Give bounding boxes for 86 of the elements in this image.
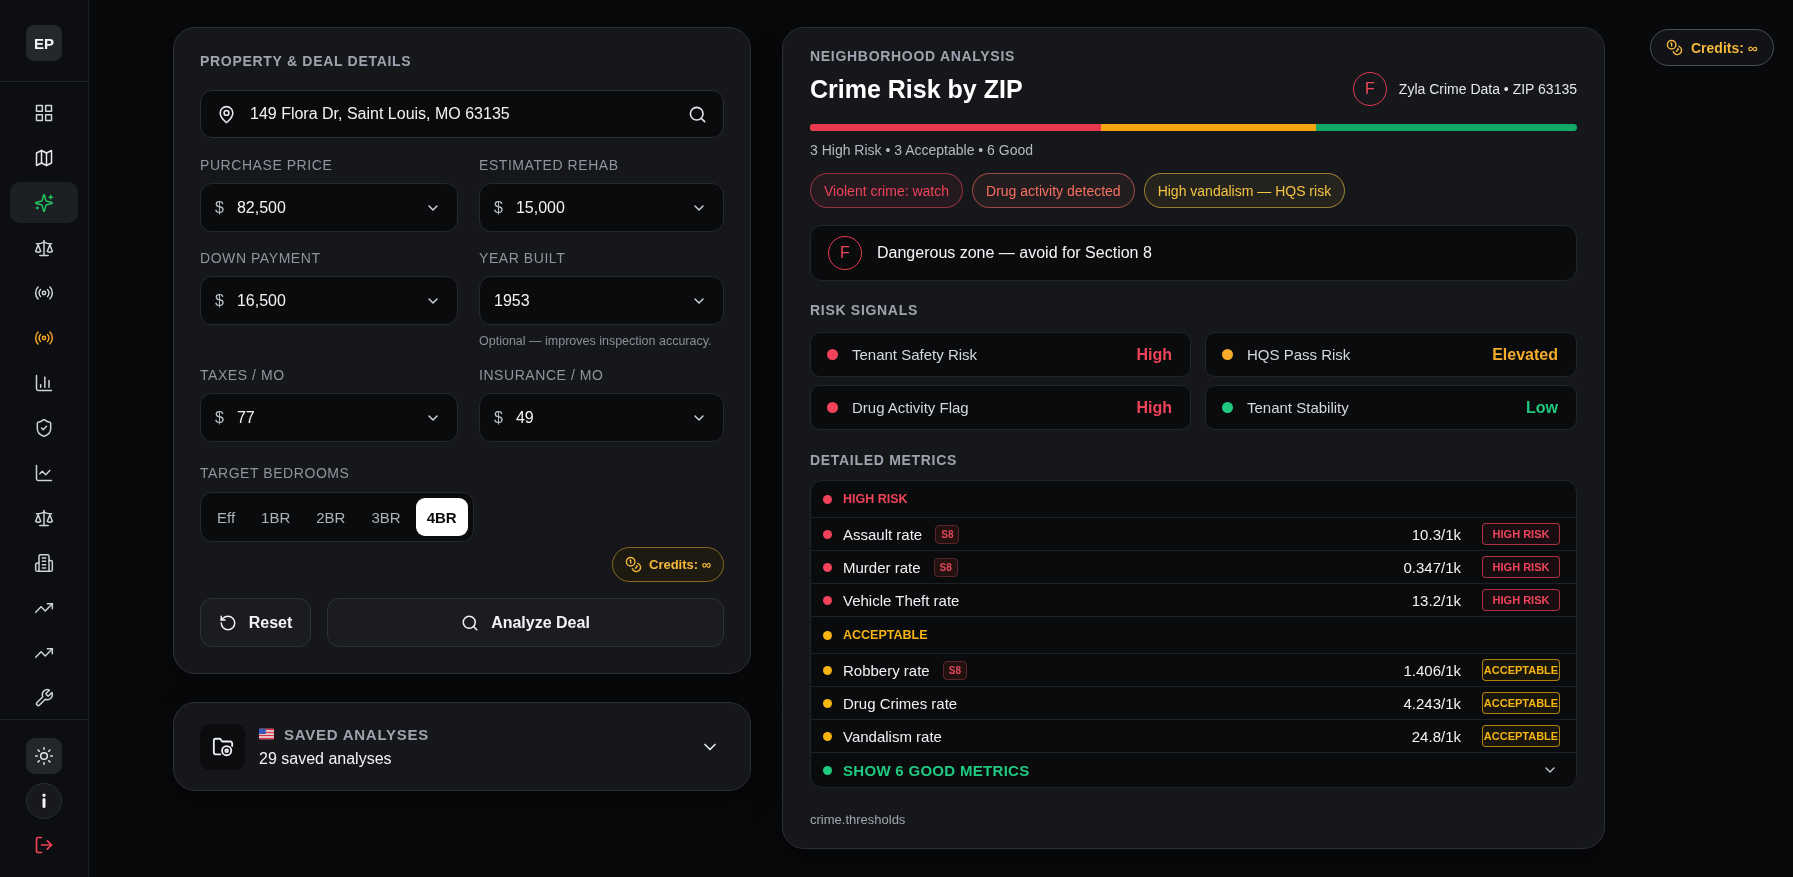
status-badge: ACCEPTABLE bbox=[1482, 725, 1560, 747]
signal-label: Tenant Stability bbox=[1247, 399, 1350, 416]
folder-icon bbox=[200, 723, 245, 770]
info-button[interactable] bbox=[26, 783, 62, 819]
metric-name: Vehicle Theft rate bbox=[843, 591, 960, 609]
field-label: TARGET BEDROOMS bbox=[200, 465, 351, 482]
field-label: PURCHASE PRICE bbox=[200, 157, 334, 174]
field-label: TAXES / MO bbox=[200, 367, 286, 384]
signal-value: High bbox=[1136, 345, 1172, 364]
group-label: HIGH RISK bbox=[843, 492, 908, 506]
metric-name: Robbery rate bbox=[843, 661, 930, 679]
dropdown-field[interactable]: $ 16,500 bbox=[200, 276, 458, 325]
status-badge: ACCEPTABLE bbox=[1482, 659, 1560, 681]
status-badge: HIGH RISK bbox=[1482, 523, 1560, 545]
theme-toggle-button[interactable] bbox=[26, 738, 62, 774]
search-icon[interactable] bbox=[688, 104, 707, 124]
map-pin-icon bbox=[217, 104, 236, 124]
program-tag: S8 bbox=[935, 524, 960, 544]
status-badge: ACCEPTABLE bbox=[1482, 692, 1560, 714]
bedroom-option[interactable]: 4BR bbox=[415, 498, 468, 536]
verdict-text: Dangerous zone — avoid for Section 8 bbox=[877, 244, 1152, 262]
metric-value: 0.347/1k bbox=[1403, 558, 1461, 576]
metric-name: Assault rate bbox=[843, 525, 923, 543]
signal-label: Drug Activity Flag bbox=[852, 399, 970, 416]
user-avatar[interactable]: EP bbox=[26, 25, 62, 61]
field-label: YEAR BUILT bbox=[479, 250, 567, 267]
metric-value: 13.2/1k bbox=[1411, 591, 1461, 609]
coins-icon bbox=[1666, 39, 1683, 56]
signal-value: High bbox=[1136, 398, 1172, 417]
field-label: DOWN PAYMENT bbox=[200, 250, 322, 267]
status-badge: HIGH RISK bbox=[1482, 589, 1560, 611]
card-title: Crime Risk by ZIP bbox=[810, 74, 1023, 104]
sun-icon bbox=[34, 746, 54, 766]
metric-value: 10.3/1k bbox=[1411, 525, 1461, 543]
reset-button[interactable]: Reset bbox=[200, 598, 311, 647]
risk-tag: High vandalism — HQS risk bbox=[1143, 173, 1346, 208]
flag-icon bbox=[259, 728, 274, 740]
dropdown-field[interactable]: $ 82,500 bbox=[200, 183, 458, 232]
metric-name: Vandalism rate bbox=[843, 727, 942, 745]
risk-tag: Drug activity detected bbox=[972, 173, 1135, 208]
program-tag: S8 bbox=[933, 557, 958, 577]
source-label: Zyla Crime Data • ZIP 63135 bbox=[1398, 81, 1577, 97]
section-title: PROPERTY & DEAL DETAILS bbox=[200, 53, 413, 70]
bedroom-option[interactable]: 3BR bbox=[360, 498, 412, 536]
metric-value: 24.8/1k bbox=[1411, 727, 1461, 745]
saved-count: 29 saved analyses bbox=[259, 749, 392, 768]
field-label: ESTIMATED REHAB bbox=[479, 157, 620, 174]
analyze-button[interactable]: Analyze Deal bbox=[327, 598, 724, 647]
logout-icon bbox=[34, 835, 54, 855]
status-badge: HIGH RISK bbox=[1482, 556, 1560, 578]
risk-summary: 3 High Risk • 3 Acceptable • 6 Good bbox=[810, 141, 1035, 159]
address-field[interactable]: 149 Flora Dr, Saint Louis, MO 63135 bbox=[200, 90, 724, 138]
footnote: crime.thresholds bbox=[810, 812, 907, 828]
section-title: NEIGHBORHOOD ANALYSIS bbox=[810, 48, 1017, 65]
sidebar-item[interactable] bbox=[10, 182, 78, 223]
show-more-button[interactable]: SHOW 6 GOOD METRICS bbox=[811, 753, 1576, 787]
saved-analyses-card[interactable]: SAVED ANALYSES 29 saved analyses bbox=[173, 702, 751, 791]
metric-value: 4.243/1k bbox=[1403, 694, 1461, 712]
field-hint: Optional — improves inspection accuracy. bbox=[479, 334, 713, 349]
credits-badge[interactable]: Credits: ∞ bbox=[1650, 29, 1774, 66]
signal-label: HQS Pass Risk bbox=[1247, 346, 1352, 363]
bedroom-option[interactable]: Eff bbox=[206, 498, 247, 536]
metric-name: Murder rate bbox=[843, 558, 921, 576]
signal-value: Low bbox=[1526, 398, 1558, 417]
dropdown-field[interactable]: $ 49 bbox=[479, 393, 724, 442]
dropdown-field[interactable]: $ 15,000 bbox=[479, 183, 724, 232]
reset-icon bbox=[218, 613, 237, 632]
program-tag: S8 bbox=[942, 660, 967, 680]
signal-label: Tenant Safety Risk bbox=[852, 346, 979, 363]
info-icon bbox=[26, 783, 62, 819]
field-label: INSURANCE / MO bbox=[479, 367, 605, 384]
group-label: ACCEPTABLE bbox=[843, 628, 928, 642]
metric-name: Drug Crimes rate bbox=[843, 694, 958, 712]
signal-value: Elevated bbox=[1492, 345, 1558, 364]
dropdown-field[interactable]: 1953 bbox=[479, 276, 724, 325]
section-title: DETAILED METRICS bbox=[810, 452, 959, 469]
dropdown-field[interactable]: $ 77 bbox=[200, 393, 458, 442]
risk-tag: Violent crime: watch bbox=[810, 173, 963, 208]
section-title: RISK SIGNALS bbox=[810, 302, 919, 319]
bedroom-option[interactable]: 2BR bbox=[305, 498, 357, 536]
search-icon bbox=[461, 613, 480, 632]
metric-value: 1.406/1k bbox=[1403, 661, 1461, 679]
section-title: SAVED ANALYSES bbox=[284, 725, 429, 743]
credits-badge[interactable]: Credits: ∞ bbox=[612, 547, 724, 582]
coins-icon bbox=[625, 556, 642, 573]
bedroom-option[interactable]: 1BR bbox=[250, 498, 302, 536]
